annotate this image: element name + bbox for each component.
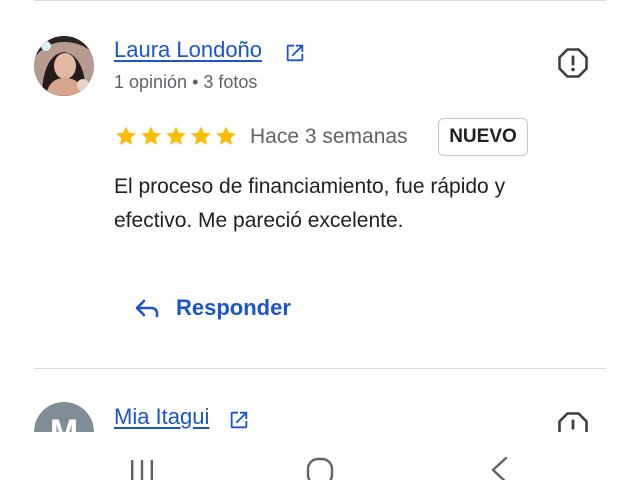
star-icon bbox=[141, 126, 161, 145]
review-text: El proceso de financiamiento, fue rápido… bbox=[114, 175, 506, 232]
divider bbox=[34, 368, 606, 369]
star-icon bbox=[191, 126, 211, 145]
reviews-page: Laura Londoño 1 opinión • 3 fotos Hace 3… bbox=[0, 0, 640, 480]
star-icon bbox=[166, 126, 186, 145]
reviewer-name-link[interactable]: Laura Londoño bbox=[114, 37, 262, 63]
avatar-photo bbox=[34, 36, 94, 96]
reviewer-meta: 1 opinión • 3 fotos bbox=[114, 72, 258, 92]
star-rating bbox=[114, 124, 238, 150]
reply-label: Responder bbox=[176, 295, 291, 320]
divider bbox=[34, 0, 606, 1]
star-icon bbox=[116, 126, 136, 145]
home-icon[interactable] bbox=[306, 456, 334, 480]
review-date: Hace 3 semanas bbox=[250, 125, 408, 148]
open-in-new-icon[interactable] bbox=[284, 42, 306, 64]
open-in-new-icon[interactable] bbox=[228, 409, 250, 431]
new-badge: NUEVO bbox=[438, 118, 528, 156]
report-icon[interactable] bbox=[556, 46, 590, 80]
star-icon bbox=[216, 126, 236, 145]
reply-arrow-icon bbox=[135, 299, 159, 318]
avatar[interactable] bbox=[34, 36, 94, 96]
back-icon[interactable] bbox=[488, 456, 510, 480]
recents-icon[interactable] bbox=[128, 456, 156, 480]
reviewer-name-link[interactable]: Mia Itagui bbox=[114, 404, 209, 430]
reply-button[interactable]: Responder bbox=[132, 288, 291, 328]
